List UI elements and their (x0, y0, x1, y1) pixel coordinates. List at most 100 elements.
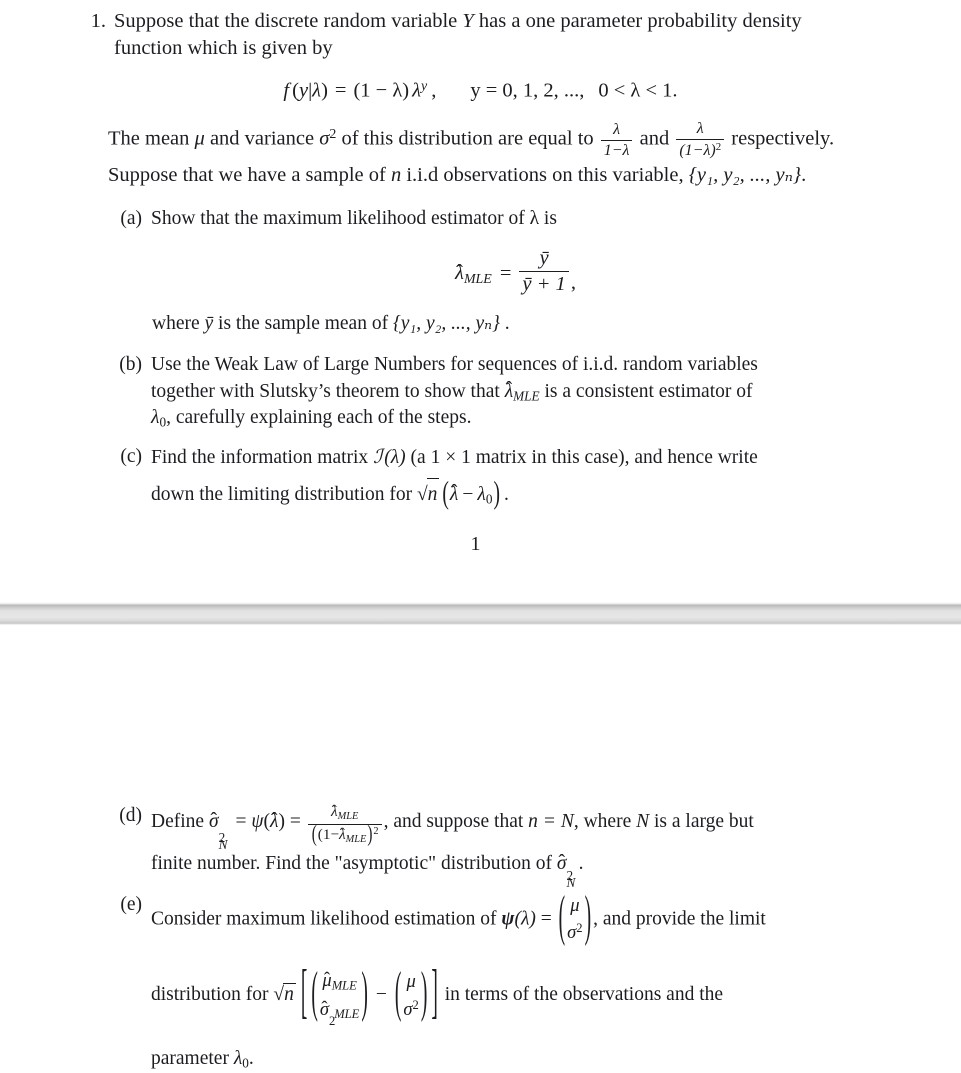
part-e-param-text: parameter (151, 1048, 234, 1070)
sigma-hat-e: σ (320, 995, 329, 1024)
sigma-hat-mle: σ2MLE (320, 995, 360, 1029)
part-e-line-2: distribution for √n[(μMLEσ2MLE)−(μσ2)] i… (151, 961, 883, 1029)
sample-text-a: Suppose that we have a sample of (108, 164, 391, 187)
q1-line1-part-b: has a one parameter probability density (473, 10, 802, 32)
vec-sigma-sq: σ2 (567, 919, 582, 947)
part-b-line-3: λ0, carefully explaining each of the ste… (151, 405, 883, 432)
mle-equals: = (499, 261, 512, 284)
mu-true: μ (406, 970, 416, 992)
sigma-true: σ (403, 998, 413, 1020)
pdf-range: 0 < λ < 1. (598, 79, 678, 102)
part-d-equals-1: = (230, 811, 252, 832)
part-c-lambda-arg: (λ) (384, 446, 406, 468)
open-bracket-e: [ (300, 961, 308, 1027)
psi-function-e: ψ (501, 907, 515, 929)
sigma-hat-e-sub: MLE (334, 1007, 360, 1022)
question-1: 1. Suppose that the discrete random vari… (0, 8, 961, 63)
den-open-paren: ( (311, 821, 317, 847)
moments-text-a: The mean (108, 127, 195, 150)
part-b-line-1: Use the Weak Law of Large Numbers for se… (151, 354, 758, 375)
sample-size-n: n (390, 164, 402, 187)
part-d-marker: (d) (119, 805, 142, 826)
part-e-body: Consider maximum likelihood estimation o… (151, 887, 883, 1073)
moments-line-1: The mean μ and variance σ 2 of this distr… (108, 120, 883, 160)
mle-subscript: MLE (463, 271, 492, 287)
psi-arg-e: (λ) (514, 907, 536, 929)
moments-paragraph: The mean μ and variance σ 2 of this distr… (0, 120, 961, 190)
pdf-one-minus-lambda: (1 − λ) (353, 79, 410, 102)
lambda-hat-mle: λ (455, 261, 464, 285)
part-d: (d) Define σ 2 N = ψ(λ) = λMLE((1−λMLE)2… (0, 802, 961, 890)
sigma-frac-denominator: ((1−λMLE)2 (308, 821, 382, 847)
close-bracket-e: ] (431, 961, 438, 1027)
mle-trailing-comma: , (570, 271, 576, 294)
moments-text-b: and variance (204, 127, 320, 150)
mu-symbol: μ (194, 127, 205, 150)
mean-denominator: 1−λ (603, 142, 630, 160)
pdf-equation: f (y|λ) = (1 − λ) λy, y = 0, 1, 2, ..., 0 < λ … (0, 79, 961, 103)
true-parameter-vector: μ σ2 (403, 968, 418, 1024)
lambda-0-e: λ (233, 1048, 243, 1070)
sqrt-n-radicand: n (426, 477, 440, 509)
part-c: (c) Find the information matrix ℐ (λ) (a … (0, 444, 961, 511)
lambda-0-sub-c: 0 (485, 491, 493, 507)
part-e-text-b: , and provide the limit (593, 907, 766, 929)
lambda-hat-symbol: λ (455, 261, 464, 284)
sigma-sq-true: σ2 (403, 996, 418, 1024)
vec-sigma-exp: 2 (576, 921, 583, 936)
sample-mean-text: is the sample mean of (213, 313, 393, 335)
lambda-hat-d: λ (270, 802, 279, 840)
mle-numerator: ȳ (519, 247, 569, 272)
script-i-icon: ℐ (373, 444, 383, 468)
part-c-line-1: Find the information matrix ℐ (λ) (a 1 × … (151, 444, 883, 472)
moments-line-2: Suppose that we have a sample of n i.i.d… (108, 162, 883, 190)
vec-sigma: σ (567, 922, 577, 944)
variance-fraction: λ (1−λ)2 (676, 120, 725, 160)
q1-line2: function which is given by (114, 37, 333, 60)
sigma-hat-N-sub: N (218, 836, 228, 852)
question-1-marker: 1. (90, 10, 106, 32)
mle-column-vector: μMLEσ2MLE (320, 966, 360, 1029)
pdf-equals: = (334, 79, 347, 102)
variance-numerator: λ (676, 120, 725, 141)
pdf-y: y (298, 79, 309, 102)
sigma-hat-N-2: σ (557, 850, 567, 878)
part-b-body: Use the Weak Law of Large Numbers for se… (151, 352, 883, 432)
part-e-text-c: in terms of the observations and the (439, 984, 724, 1006)
den-one-minus: (1− (317, 825, 340, 843)
page-number: 1 (470, 533, 481, 556)
part-d-text-c: , where (573, 811, 637, 832)
open-paren-mle-vec: ( (311, 963, 318, 1025)
close-paren-true-vec: ) (420, 963, 428, 1025)
part-b-mle-sub: MLE (513, 388, 540, 404)
part-b-line3-text: , carefully explaining each of the steps… (166, 407, 472, 429)
variance-den-exp: 2 (715, 141, 722, 154)
part-e-marker: (e) (120, 893, 142, 915)
lambda-hat-c: λ (450, 478, 459, 509)
moments-text-c: of this distribution are equal to (336, 127, 599, 150)
part-b-line2-text-a: together with Slutsky’s theorem to show … (151, 380, 505, 402)
q1-line1-part-a: Suppose that the discrete random variabl… (114, 10, 463, 32)
part-d-equals-2: = (284, 811, 306, 832)
page-2-content: (d) Define σ 2 N = ψ(λ) = λMLE((1−λMLE)2… (0, 802, 961, 1073)
lambda-hat-den-sub: MLE (345, 833, 367, 845)
mle-equation: λMLE = ȳȳ + 1, (0, 247, 961, 296)
vec-open-paren-e: ( (558, 887, 566, 949)
part-c-text-a: Find the information matrix (151, 446, 374, 468)
part-d-line-2: finite number. Find the "asymptotic" dis… (151, 850, 883, 890)
part-a-where-line: where ȳ is the sample mean of {y₁, y₂, … (0, 311, 961, 338)
sigma-true-exp: 2 (412, 997, 419, 1012)
sigma-hat-N: σ (209, 802, 219, 840)
lambda-0-c: λ (477, 483, 486, 505)
sample-text-b: i.i.d observations on this variable, (401, 164, 689, 187)
part-b-lambda-hat: λ (505, 377, 514, 406)
pdf-lambda-base: λ (412, 79, 421, 102)
part-b-line-2: together with Slutsky’s theorem to show … (151, 377, 883, 406)
n-equals-N: n = N (528, 811, 574, 832)
part-a-marker: (a) (120, 208, 142, 230)
question-1-text: Suppose that the discrete random variabl… (114, 8, 883, 63)
mu-hat-mle: μMLE (320, 966, 360, 995)
part-a-body: Show that the maximum likelihood estimat… (151, 206, 883, 233)
mu-hat: μ (322, 966, 332, 995)
y-bar-symbol: ȳ (204, 313, 214, 335)
